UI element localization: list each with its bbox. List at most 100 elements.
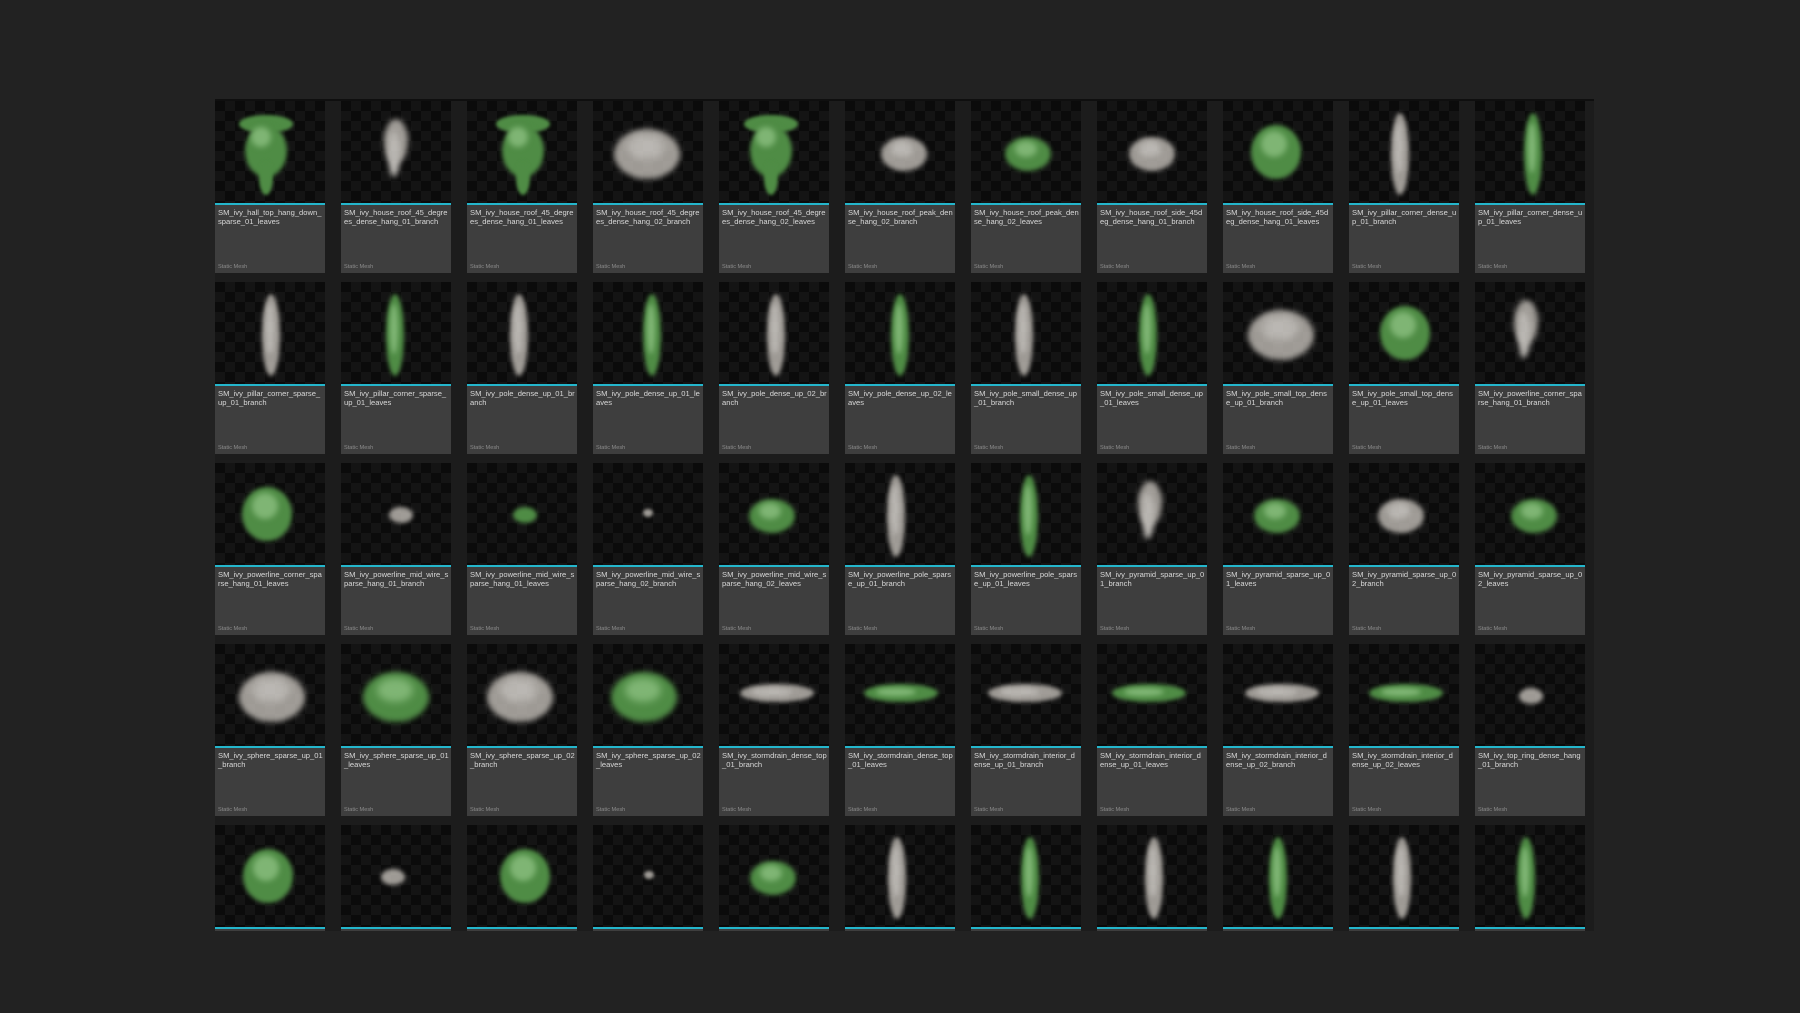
asset-tile-sm-ivy-powerline-pole-sparse-up-01-leaves[interactable]: SM_ivy_powerline_pole_sparse_up_01_leave… xyxy=(971,463,1081,635)
asset-type-color-bar xyxy=(1097,565,1207,567)
asset-type-label: Static Mesh xyxy=(722,264,752,270)
asset-tile-sm-ivy-stormdrain-interior-dense-up-02-branch[interactable]: SM_ivy_stormdrain_interior_dense_up_02_b… xyxy=(1223,644,1333,816)
asset-tile-sm-ivy-house-roof-45-degrees-dense-hang-02-leaves[interactable]: SM_ivy_house_roof_45_degrees_dense_hang_… xyxy=(719,101,829,273)
asset-tile-sm-ivy-sphere-sparse-up-01-leaves[interactable]: SM_ivy_sphere_sparse_up_01_leaves Static … xyxy=(341,644,451,816)
asset-type-label: Static Mesh xyxy=(722,626,752,632)
asset-tile-sm-ivy-stormdrain-dense-top-01-leaves[interactable]: SM_ivy_stormdrain_dense_top_01_leaves Sta… xyxy=(845,644,955,816)
asset-tile[interactable] xyxy=(1349,825,1459,931)
asset-tile[interactable] xyxy=(971,825,1081,931)
asset-type-color-bar xyxy=(845,203,955,205)
asset-thumbnail xyxy=(215,101,325,203)
asset-tile-sm-ivy-powerline-pole-sparse-up-01-branch[interactable]: SM_ivy_powerline_pole_sparse_up_01_branc… xyxy=(845,463,955,635)
asset-tile-sm-ivy-pole-small-dense-up-01-branch[interactable]: SM_ivy_pole_small_dense_up_01_branch Stat… xyxy=(971,282,1081,454)
asset-type-color-bar xyxy=(1223,565,1333,567)
asset-tile-sm-ivy-pyramid-sparse-up-02-leaves[interactable]: SM_ivy_pyramid_sparse_up_02_leaves Static… xyxy=(1475,463,1585,635)
asset-tile-sm-ivy-stormdrain-dense-top-01-branch[interactable]: SM_ivy_stormdrain_dense_top_01_branch Sta… xyxy=(719,644,829,816)
asset-type-label: Static Mesh xyxy=(1478,264,1508,270)
asset-tile-sm-ivy-pole-dense-up-02-branch[interactable]: SM_ivy_pole_dense_up_02_branch Static Mes… xyxy=(719,282,829,454)
asset-name: SM_ivy_pillar_corner_dense_up_01_branch xyxy=(1352,208,1457,226)
asset-tile-sm-ivy-top-ring-dense-hang-01-branch[interactable]: SM_ivy_top_ring_dense_hang_01_branch Stat… xyxy=(1475,644,1585,816)
asset-tile[interactable] xyxy=(1223,825,1333,931)
asset-tile-sm-ivy-pyramid-sparse-up-01-leaves[interactable]: SM_ivy_pyramid_sparse_up_01_leaves Static… xyxy=(1223,463,1333,635)
asset-tile[interactable] xyxy=(467,825,577,931)
asset-type-color-bar xyxy=(1475,384,1585,386)
asset-tile-sm-ivy-powerline-mid-wire-sparse-hang-01-branch[interactable]: SM_ivy_powerline_mid_wire_sparse_hang_01… xyxy=(341,463,451,635)
asset-thumbnail xyxy=(341,644,451,746)
asset-tile-sm-ivy-sphere-sparse-up-01-branch[interactable]: SM_ivy_sphere_sparse_up_01_branch Static … xyxy=(215,644,325,816)
asset-type-color-bar xyxy=(1475,927,1585,929)
asset-thumbnail xyxy=(719,463,829,565)
asset-type-color-bar xyxy=(845,927,955,929)
asset-tile-sm-ivy-stormdrain-interior-dense-up-01-branch[interactable]: SM_ivy_stormdrain_interior_dense_up_01_b… xyxy=(971,644,1081,816)
asset-tile-sm-ivy-powerline-mid-wire-sparse-hang-01-leaves[interactable]: SM_ivy_powerline_mid_wire_sparse_hang_01… xyxy=(467,463,577,635)
asset-thumbnail xyxy=(341,282,451,384)
asset-tile-sm-ivy-pole-dense-up-01-leaves[interactable]: SM_ivy_pole_dense_up_01_leaves Static Mes… xyxy=(593,282,703,454)
asset-type-color-bar xyxy=(593,746,703,748)
asset-thumbnail xyxy=(467,644,577,746)
asset-tile-sm-ivy-powerline-mid-wire-sparse-hang-02-leaves[interactable]: SM_ivy_powerline_mid_wire_sparse_hang_02… xyxy=(719,463,829,635)
asset-tile-sm-ivy-hall-top-hang-down-sparse-01-leaves[interactable]: SM_ivy_hall_top_hang_down_sparse_01_leav… xyxy=(215,101,325,273)
asset-type-label: Static Mesh xyxy=(848,264,878,270)
asset-tile-sm-ivy-powerline-corner-sparse-hang-01-leaves[interactable]: SM_ivy_powerline_corner_sparse_hang_01_l… xyxy=(215,463,325,635)
asset-tile-sm-ivy-pole-small-top-dense-up-01-leaves[interactable]: SM_ivy_pole_small_top_dense_up_01_leaves… xyxy=(1349,282,1459,454)
asset-tile-sm-ivy-pole-small-top-dense-up-01-branch[interactable]: SM_ivy_pole_small_top_dense_up_01_branch… xyxy=(1223,282,1333,454)
asset-type-color-bar xyxy=(1349,746,1459,748)
asset-tile-sm-ivy-stormdrain-interior-dense-up-01-leaves[interactable]: SM_ivy_stormdrain_interior_dense_up_01_l… xyxy=(1097,644,1207,816)
asset-thumbnail xyxy=(1349,282,1459,384)
asset-name: SM_ivy_pillar_corner_dense_up_01_leaves xyxy=(1478,208,1583,226)
asset-type-color-bar xyxy=(1223,746,1333,748)
asset-type-label: Static Mesh xyxy=(974,807,1004,813)
asset-tile[interactable] xyxy=(719,825,829,931)
asset-tile-sm-ivy-house-roof-side-45deg-dense-hang-01-leaves[interactable]: SM_ivy_house_roof_side_45deg_dense_hang_… xyxy=(1223,101,1333,273)
asset-tile-sm-ivy-pillar-corner-sparse-up-01-leaves[interactable]: SM_ivy_pillar_corner_sparse_up_01_leaves… xyxy=(341,282,451,454)
asset-tile-sm-ivy-pole-small-dense-up-01-leaves[interactable]: SM_ivy_pole_small_dense_up_01_leaves Stat… xyxy=(1097,282,1207,454)
asset-type-label: Static Mesh xyxy=(1478,807,1508,813)
asset-name: SM_ivy_pole_dense_up_02_branch xyxy=(722,389,827,407)
asset-type-label: Static Mesh xyxy=(1226,264,1256,270)
asset-type-color-bar xyxy=(719,203,829,205)
asset-type-label: Static Mesh xyxy=(218,807,248,813)
asset-tile-sm-ivy-pole-dense-up-01-branch[interactable]: SM_ivy_pole_dense_up_01_branch Static Mes… xyxy=(467,282,577,454)
asset-tile[interactable] xyxy=(341,825,451,931)
asset-type-color-bar xyxy=(971,203,1081,205)
asset-thumbnail xyxy=(845,463,955,565)
asset-tile-sm-ivy-pillar-corner-dense-up-01-branch[interactable]: SM_ivy_pillar_corner_dense_up_01_branch S… xyxy=(1349,101,1459,273)
asset-tile-sm-ivy-house-roof-45-degrees-dense-hang-01-branch[interactable]: SM_ivy_house_roof_45_degrees_dense_hang_… xyxy=(341,101,451,273)
asset-tile-sm-ivy-house-roof-peak-dense-hang-02-branch[interactable]: SM_ivy_house_roof_peak_dense_hang_02_bra… xyxy=(845,101,955,273)
asset-tile[interactable] xyxy=(1475,825,1585,931)
asset-tile-sm-ivy-sphere-sparse-up-02-leaves[interactable]: SM_ivy_sphere_sparse_up_02_leaves Static … xyxy=(593,644,703,816)
asset-tile-sm-ivy-powerline-mid-wire-sparse-hang-02-branch[interactable]: SM_ivy_powerline_mid_wire_sparse_hang_02… xyxy=(593,463,703,635)
asset-thumbnail xyxy=(593,644,703,746)
asset-tile[interactable] xyxy=(593,825,703,931)
asset-tile-sm-ivy-house-roof-peak-dense-hang-02-leaves[interactable]: SM_ivy_house_roof_peak_dense_hang_02_lea… xyxy=(971,101,1081,273)
asset-tile[interactable] xyxy=(1097,825,1207,931)
asset-name: SM_ivy_stormdrain_interior_dense_up_01_l… xyxy=(1100,751,1201,769)
asset-tile-sm-ivy-house-roof-side-45deg-dense-hang-01-branch[interactable]: SM_ivy_house_roof_side_45deg_dense_hang_… xyxy=(1097,101,1207,273)
asset-tile-sm-ivy-pillar-corner-dense-up-01-leaves[interactable]: SM_ivy_pillar_corner_dense_up_01_leaves S… xyxy=(1475,101,1585,273)
asset-name: SM_ivy_house_roof_side_45deg_dense_hang_… xyxy=(1100,208,1203,226)
asset-tile-sm-ivy-pyramid-sparse-up-01-branch[interactable]: SM_ivy_pyramid_sparse_up_01_branch Static… xyxy=(1097,463,1207,635)
asset-tile-sm-ivy-powerline-corner-sparse-hang-01-branch[interactable]: SM_ivy_powerline_corner_sparse_hang_01_b… xyxy=(1475,282,1585,454)
asset-type-label: Static Mesh xyxy=(1352,626,1382,632)
asset-type-color-bar xyxy=(467,927,577,929)
asset-thumbnail xyxy=(341,463,451,565)
asset-type-label: Static Mesh xyxy=(218,264,248,270)
asset-name: SM_ivy_house_roof_peak_dense_hang_02_bra… xyxy=(848,208,953,226)
asset-thumbnail xyxy=(1475,825,1585,927)
asset-type-color-bar xyxy=(971,927,1081,929)
asset-type-label: Static Mesh xyxy=(218,626,248,632)
asset-tile[interactable] xyxy=(845,825,955,931)
asset-type-label: Static Mesh xyxy=(596,445,626,451)
asset-thumbnail xyxy=(215,825,325,927)
asset-tile-sm-ivy-house-roof-45-degrees-dense-hang-01-leaves[interactable]: SM_ivy_house_roof_45_degrees_dense_hang_… xyxy=(467,101,577,273)
asset-type-color-bar xyxy=(215,565,325,567)
asset-tile-sm-ivy-sphere-sparse-up-02-branch[interactable]: SM_ivy_sphere_sparse_up_02_branch Static … xyxy=(467,644,577,816)
asset-type-label: Static Mesh xyxy=(1226,626,1256,632)
asset-tile-sm-ivy-pillar-corner-sparse-up-01-branch[interactable]: SM_ivy_pillar_corner_sparse_up_01_branch… xyxy=(215,282,325,454)
asset-tile-sm-ivy-house-roof-45-degrees-dense-hang-02-branch[interactable]: SM_ivy_house_roof_45_degrees_dense_hang_… xyxy=(593,101,703,273)
asset-tile[interactable] xyxy=(215,825,325,931)
asset-tile-sm-ivy-pyramid-sparse-up-02-branch[interactable]: SM_ivy_pyramid_sparse_up_02_branch Static… xyxy=(1349,463,1459,635)
asset-type-label: Static Mesh xyxy=(470,264,500,270)
asset-tile-sm-ivy-pole-dense-up-02-leaves[interactable]: SM_ivy_pole_dense_up_02_leaves Static Mes… xyxy=(845,282,955,454)
asset-tile-sm-ivy-stormdrain-interior-dense-up-02-leaves[interactable]: SM_ivy_stormdrain_interior_dense_up_02_l… xyxy=(1349,644,1459,816)
